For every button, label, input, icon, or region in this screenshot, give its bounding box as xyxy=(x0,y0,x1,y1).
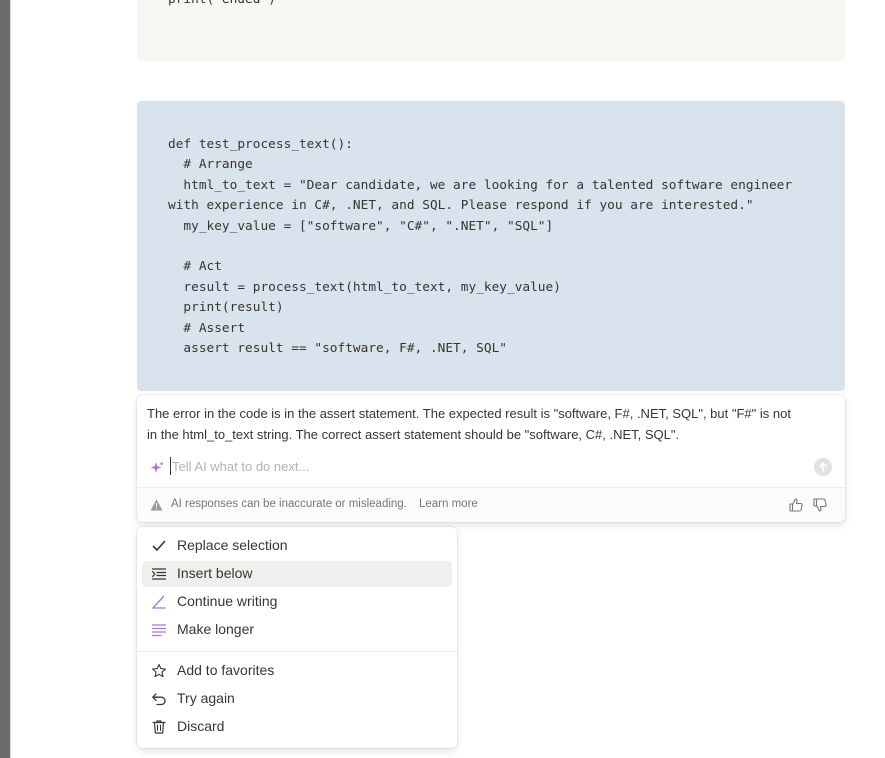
previous-code-tail: print("ended") xyxy=(168,0,276,11)
ai-response-line: in the html_to_text string. The correct … xyxy=(147,427,680,442)
menu-item-discard[interactable]: Discard xyxy=(142,714,452,740)
ai-prompt-input[interactable] xyxy=(172,455,772,477)
menu-item-label: Try again xyxy=(177,690,235,706)
ai-response-panel: The error in the code is in the assert s… xyxy=(137,395,845,522)
text-caret xyxy=(170,457,171,475)
pen-icon xyxy=(152,595,166,609)
ai-footer: AI responses can be inaccurate or mislea… xyxy=(137,487,845,522)
ai-prompt-row xyxy=(137,453,845,487)
menu-item-label: Discard xyxy=(177,718,225,734)
arrow-up-icon[interactable] xyxy=(814,458,832,476)
menu-item-label: Continue writing xyxy=(177,593,278,609)
menu-item-try-again[interactable]: Try again xyxy=(142,686,452,712)
code-content: def test_process_text(): # Arrange html_… xyxy=(168,137,793,357)
menu-item-label: Make longer xyxy=(177,621,255,637)
undo-arrow-icon xyxy=(152,693,166,706)
ai-actions-menu: Replace selection Insert below Continue … xyxy=(137,527,457,748)
trash-icon xyxy=(152,720,166,734)
ai-response-line: The error in the code is in the assert s… xyxy=(147,406,791,421)
window-edge xyxy=(0,0,11,758)
ai-disclaimer: AI responses can be inaccurate or mislea… xyxy=(171,498,407,510)
thumb-up-icon[interactable] xyxy=(789,498,803,512)
insert-below-icon xyxy=(151,568,167,580)
menu-item-continue-writing[interactable]: Continue writing xyxy=(142,589,452,615)
star-icon xyxy=(152,663,166,678)
code-block[interactable]: def test_process_text(): # Arrange html_… xyxy=(137,101,845,391)
thumb-down-icon[interactable] xyxy=(813,498,827,512)
menu-item-label: Add to favorites xyxy=(177,662,275,678)
check-icon xyxy=(152,540,166,551)
sparkle-icon xyxy=(150,461,164,473)
menu-item-add-to-favorites[interactable]: Add to favorites xyxy=(142,658,452,684)
ai-response-text: The error in the code is in the assert s… xyxy=(147,403,835,445)
menu-divider xyxy=(137,651,457,652)
lines-icon xyxy=(151,624,167,637)
learn-more-link[interactable]: Learn more xyxy=(419,498,478,510)
menu-item-make-longer[interactable]: Make longer xyxy=(142,617,452,643)
menu-item-replace-selection[interactable]: Replace selection xyxy=(142,533,452,559)
menu-item-label: Replace selection xyxy=(177,537,288,553)
menu-item-insert-below[interactable]: Insert below xyxy=(142,561,452,587)
previous-code-block[interactable]: print("ended") xyxy=(137,0,845,61)
menu-item-label: Insert below xyxy=(177,565,253,581)
warning-icon xyxy=(150,499,163,511)
